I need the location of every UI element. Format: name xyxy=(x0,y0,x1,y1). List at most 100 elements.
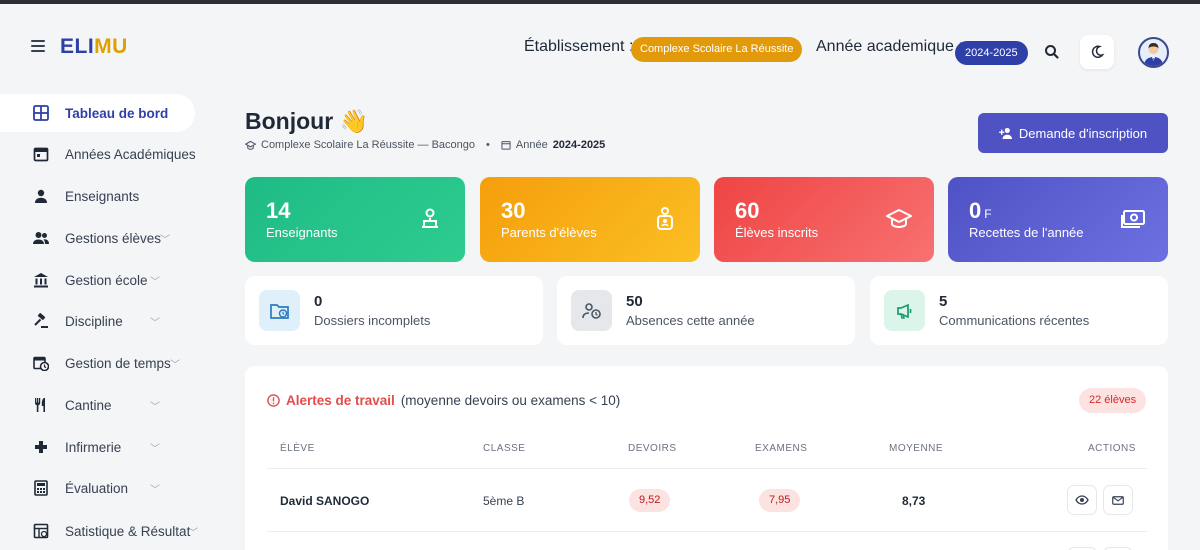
mini-stat-value: 50 xyxy=(626,293,643,310)
folder-clock-icon xyxy=(259,290,300,331)
etablissement-label: Établissement : xyxy=(524,38,634,55)
stat-label: Enseignants xyxy=(266,225,338,240)
sidebar-item-enseignants[interactable]: Enseignants xyxy=(0,177,195,215)
mini-stat-label: Communications récentes xyxy=(939,313,1090,328)
sidebar: Tableau de bord Années Académiques Ensei… xyxy=(0,92,210,550)
column-header-moyenne[interactable]: MOYENNE xyxy=(889,443,943,454)
column-header-eleve[interactable]: ÉLÈVE xyxy=(280,443,315,454)
parent-icon xyxy=(657,207,673,230)
chevron-down-icon: ﹀ xyxy=(150,276,160,288)
dashboard-icon xyxy=(32,104,50,122)
money-icon xyxy=(1121,210,1145,228)
mini-stat-label: Absences cette année xyxy=(626,313,755,328)
sidebar-item-statistique-resultat[interactable]: Satistique & Résultat ﹀ xyxy=(0,512,198,550)
mini-stat-label: Dossiers incomplets xyxy=(314,313,431,328)
sidebar-item-label: Gestion école xyxy=(65,272,148,288)
group-icon xyxy=(32,229,50,247)
stat-label: Élèves inscrits xyxy=(735,225,819,240)
sidebar-item-gestions-eleves[interactable]: Gestions élèves ﹀ xyxy=(0,219,195,257)
sidebar-item-label: Évaluation xyxy=(65,480,129,496)
calendar-clock-icon xyxy=(32,354,50,372)
etablissement-badge[interactable]: Complexe Scolaire La Réussite xyxy=(631,37,803,62)
sidebar-item-label: Gestion de temps xyxy=(65,355,171,371)
utensils-icon xyxy=(32,396,50,414)
alertes-subtitle: (moyenne devoirs ou examens < 10) xyxy=(400,393,621,408)
stats-icon xyxy=(32,522,50,540)
person-icon xyxy=(32,187,50,205)
examens-score-badge: 7,95 xyxy=(759,489,801,512)
message-button[interactable] xyxy=(1103,485,1133,515)
graduation-cap-icon xyxy=(886,208,912,229)
stat-label: Recettes de l'année xyxy=(969,225,1084,240)
sidebar-item-label: Satistique & Résultat xyxy=(65,523,191,539)
chevron-down-icon: ﹀ xyxy=(150,401,160,413)
column-header-examens[interactable]: EXAMENS xyxy=(755,443,807,454)
annee-prefix: Année xyxy=(515,139,548,151)
teacher-icon xyxy=(422,208,438,228)
stat-card-eleves-inscrits[interactable]: 60 Élèves inscrits xyxy=(714,177,934,262)
moyenne-value: 8,73 xyxy=(902,494,926,508)
divider xyxy=(267,468,1147,469)
demande-inscription-button[interactable]: Demande d'inscription xyxy=(978,113,1168,153)
sidebar-item-infirmerie[interactable]: Infirmerie ﹀ xyxy=(0,428,195,466)
eye-icon xyxy=(1075,495,1089,505)
demande-inscription-label: Demande d'inscription xyxy=(1018,125,1148,141)
alertes-title: Alertes de travail (moyenne devoirs ou e… xyxy=(267,393,620,408)
mini-stat-dossiers-incomplets[interactable]: 0 Dossiers incomplets xyxy=(245,276,543,345)
divider xyxy=(267,531,1147,532)
stat-value: 14 xyxy=(266,198,291,223)
stat-value: 0F xyxy=(969,198,992,223)
column-header-classe[interactable]: CLASSE xyxy=(483,443,525,454)
alertes-card: Alertes de travail (moyenne devoirs ou e… xyxy=(245,366,1168,550)
sidebar-item-label: Tableau de bord xyxy=(65,105,169,121)
sidebar-item-annees-academiques[interactable]: Années Académiques xyxy=(0,135,196,173)
devoirs-score-badge: 9,52 xyxy=(629,489,671,512)
menu-icon[interactable] xyxy=(31,40,45,52)
stat-value: 60 xyxy=(735,198,760,223)
page-title: Bonjour 👋 xyxy=(245,108,369,134)
view-button[interactable] xyxy=(1067,485,1097,515)
avatar[interactable] xyxy=(1138,37,1169,68)
bank-icon xyxy=(32,271,50,289)
column-header-devoirs[interactable]: DEVOIRS xyxy=(628,443,677,454)
calendar-icon xyxy=(32,145,50,163)
chevron-down-icon: ﹀ xyxy=(150,443,160,455)
stat-label: Parents d'élèves xyxy=(501,225,597,240)
separator-dot: • xyxy=(486,139,490,151)
chevron-down-icon: ﹀ xyxy=(160,234,170,246)
mini-stat-communications[interactable]: 5 Communications récentes xyxy=(870,276,1168,345)
stat-card-recettes[interactable]: 0F Recettes de l'année xyxy=(948,177,1168,262)
moon-icon xyxy=(1091,45,1105,59)
app-logo[interactable]: ELIMU xyxy=(60,35,128,59)
sidebar-item-label: Gestions élèves xyxy=(65,230,162,246)
sidebar-item-gestion-ecole[interactable]: Gestion école ﹀ xyxy=(0,261,195,299)
annee-value: 2024-2025 xyxy=(552,139,606,151)
mini-stat-absences[interactable]: 50 Absences cette année xyxy=(557,276,855,345)
medical-cross-icon xyxy=(32,438,50,456)
top-bar: ELIMU Établissement : Complexe Scolaire … xyxy=(0,4,1200,90)
eleve-name: David SANOGO xyxy=(280,494,370,508)
sidebar-item-gestion-de-temps[interactable]: Gestion de temps ﹀ xyxy=(0,344,195,382)
sidebar-item-cantine[interactable]: Cantine ﹀ xyxy=(0,386,195,424)
chevron-down-icon: ﹀ xyxy=(150,317,160,329)
stat-card-enseignants[interactable]: 14 Enseignants xyxy=(245,177,465,262)
sidebar-item-label: Cantine xyxy=(65,397,112,413)
gavel-icon xyxy=(32,312,50,330)
alertes-heading: Alertes de travail xyxy=(286,393,395,408)
annee-academique-badge[interactable]: 2024-2025 xyxy=(955,41,1028,65)
school-name: Complexe Scolaire La Réussite — Bacongo xyxy=(261,139,476,151)
sidebar-item-tableau-de-bord[interactable]: Tableau de bord xyxy=(0,94,195,132)
sidebar-item-label: Infirmerie xyxy=(65,439,122,455)
sidebar-item-discipline[interactable]: Discipline ﹀ xyxy=(0,302,195,340)
graduation-cap-icon xyxy=(245,140,256,150)
calculator-icon xyxy=(32,479,50,497)
stat-card-parents[interactable]: 30 Parents d'élèves xyxy=(480,177,700,262)
mini-stat-value: 0 xyxy=(314,293,323,310)
alert-circle-icon xyxy=(267,394,280,407)
person-clock-icon xyxy=(571,290,612,331)
annee-academique-label: Année academique : xyxy=(816,38,963,55)
sidebar-item-evaluation[interactable]: Évaluation ﹀ xyxy=(0,469,195,507)
search-icon[interactable] xyxy=(1042,42,1062,62)
theme-toggle-button[interactable] xyxy=(1080,35,1114,69)
add-user-icon xyxy=(999,127,1012,139)
